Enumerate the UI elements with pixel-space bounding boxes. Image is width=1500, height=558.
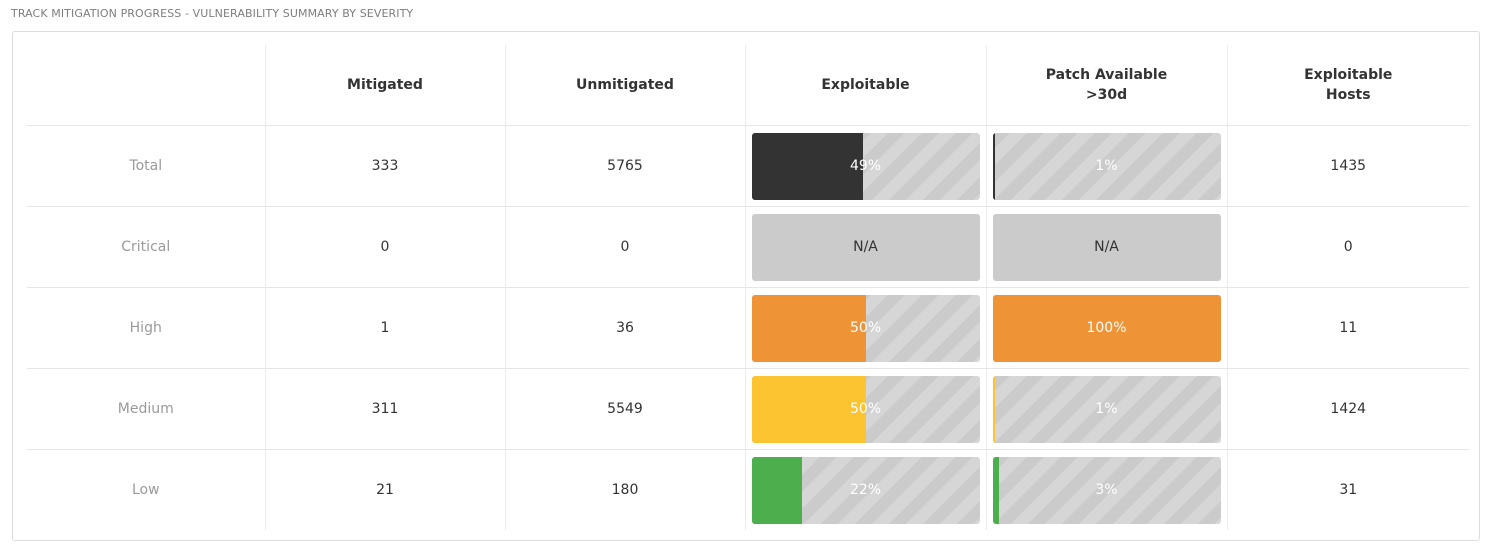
progress-label: 49% (849, 158, 882, 174)
patch-available-header-line2: >30d (1085, 87, 1128, 103)
mitigated-cell[interactable]: 1 (264, 287, 505, 369)
widget-title: TRACK MITIGATION PROGRESS - VULNERABILIT… (11, 7, 414, 20)
mitigated-header[interactable]: Mitigated (264, 45, 505, 126)
progress-label: 1% (1095, 158, 1118, 174)
table-header-row: Mitigated Unmitigated Exploitable Patch … (27, 45, 1469, 126)
progress-label: 22% (849, 482, 882, 498)
patch-available-header-line1: Patch Available (1045, 67, 1168, 83)
exploitable-cell: 22% (744, 449, 986, 530)
exploitable-hosts-cell[interactable]: 0 (1226, 206, 1469, 288)
exploitable-progress-bar[interactable]: 50% (751, 375, 980, 443)
unmitigated-cell[interactable]: 36 (504, 287, 745, 369)
progress-label: 1% (1095, 401, 1118, 417)
patch-available-cell: 3% (985, 449, 1227, 530)
unmitigated-header[interactable]: Unmitigated (504, 45, 745, 126)
patch-available-progress-bar[interactable]: 1% (992, 132, 1221, 200)
exploitable-hosts-cell[interactable]: 1424 (1226, 368, 1469, 450)
severity-label: Critical (27, 206, 265, 288)
exploitable-cell: 50% (744, 287, 986, 369)
exploitable-hosts-cell[interactable]: 31 (1226, 449, 1469, 530)
severity-label: Low (131, 482, 160, 498)
patch-available-header[interactable]: Patch Available >30d (985, 45, 1227, 126)
severity-label: Medium (27, 368, 265, 450)
mitigated-cell[interactable]: 21 (264, 449, 505, 530)
progress-label: 3% (1095, 482, 1118, 498)
unmitigated-cell[interactable]: 0 (504, 206, 745, 288)
exploitable-progress-bar[interactable]: N/A (751, 213, 980, 281)
exploitable-cell: 50% (744, 368, 986, 450)
severity-summary-table: Mitigated Unmitigated Exploitable Patch … (27, 45, 1469, 530)
patch-available-progress-bar[interactable]: 100% (992, 294, 1221, 362)
table-row-high: High 1 36 50% 100% 11 (27, 287, 1469, 369)
exploitable-header[interactable]: Exploitable (744, 45, 986, 126)
progress-label: 50% (849, 320, 882, 336)
vulnerability-summary-panel: Mitigated Unmitigated Exploitable Patch … (12, 31, 1480, 541)
patch-available-progress-bar[interactable]: N/A (992, 213, 1221, 281)
exploitable-progress-bar[interactable]: 22% (751, 456, 980, 524)
severity-label: Total (27, 125, 265, 207)
exploitable-hosts-header[interactable]: Exploitable Hosts (1226, 45, 1469, 126)
table-row-total: Total 333 5765 49% 1% 1435 (27, 125, 1469, 207)
table-row-low: Low 21 180 22% 3% 31 (27, 449, 1469, 530)
exploitable-hosts-header-line1: Exploitable (1304, 67, 1393, 83)
exploitable-hosts-cell[interactable]: 11 (1226, 287, 1469, 369)
patch-available-progress-bar[interactable]: 1% (992, 375, 1221, 443)
exploitable-progress-bar[interactable]: 49% (751, 132, 980, 200)
exploitable-hosts-header-line2: Hosts (1325, 87, 1371, 103)
progress-label: N/A (1094, 239, 1119, 255)
progress-label: N/A (853, 239, 878, 255)
exploitable-cell: N/A (744, 206, 986, 288)
unmitigated-cell[interactable]: 5549 (504, 368, 745, 450)
exploitable-hosts-cell[interactable]: 1435 (1226, 125, 1469, 207)
mitigated-cell[interactable]: 311 (264, 368, 505, 450)
table-row-medium: Medium 311 5549 50% 1% 1424 (27, 368, 1469, 450)
patch-available-cell: 1% (985, 368, 1227, 450)
table-row-critical: Critical 0 0 N/A N/A 0 (27, 206, 1469, 288)
mitigated-cell[interactable]: 0 (264, 206, 505, 288)
patch-available-cell: 1% (985, 125, 1227, 207)
row-label-header (27, 45, 265, 126)
progress-label: 50% (849, 401, 882, 417)
severity-label: High (27, 287, 265, 369)
progress-label: 100% (1086, 320, 1127, 336)
exploitable-progress-bar[interactable]: 50% (751, 294, 980, 362)
unmitigated-cell[interactable]: 5765 (504, 125, 745, 207)
mitigated-cell[interactable]: 333 (264, 125, 505, 207)
unmitigated-cell[interactable]: 180 (504, 449, 745, 530)
patch-available-cell: N/A (985, 206, 1227, 288)
patch-available-cell: 100% (985, 287, 1227, 369)
exploitable-cell: 49% (744, 125, 986, 207)
patch-available-progress-bar[interactable]: 3% (992, 456, 1221, 524)
